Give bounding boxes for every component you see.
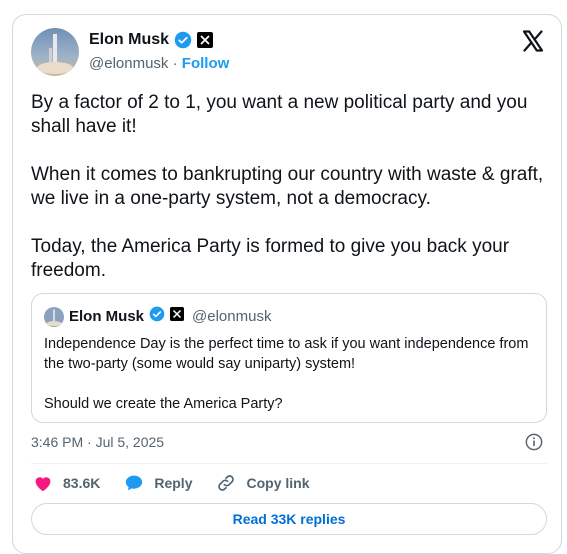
info-icon[interactable]	[525, 433, 543, 456]
like-button[interactable]: 83.6K	[33, 474, 100, 492]
x-logo-icon[interactable]	[521, 29, 545, 58]
verified-badge-icon	[174, 31, 192, 49]
reply-button[interactable]: Reply	[124, 474, 192, 492]
quoted-tweet[interactable]: Elon Musk @elonmusk Independence Day is …	[31, 293, 547, 423]
copy-link-label: Copy link	[246, 475, 310, 491]
author-avatar[interactable]	[31, 28, 79, 76]
reply-icon	[124, 474, 144, 492]
tweet-paragraph: Today, the America Party is formed to gi…	[31, 236, 510, 281]
follow-button[interactable]: Follow	[182, 55, 230, 72]
x-affiliate-icon[interactable]	[197, 32, 214, 48]
heart-icon	[33, 474, 53, 492]
divider	[31, 463, 547, 464]
verified-badge-icon	[149, 306, 165, 327]
tweet-card: Elon Musk @elonmusk · Follow By a factor…	[12, 14, 562, 554]
read-replies-button[interactable]: Read 33K replies	[31, 503, 547, 535]
link-icon	[216, 473, 236, 493]
quoted-header: Elon Musk @elonmusk	[44, 306, 271, 327]
action-bar: 83.6K Reply Copy link	[33, 473, 334, 493]
tweet-paragraph: When it comes to bankrupting our country…	[31, 164, 544, 209]
quoted-text: Independence Day is the perfect time to …	[44, 334, 534, 434]
quoted-author-handle: @elonmusk	[192, 308, 272, 325]
quoted-author-name: Elon Musk	[69, 308, 145, 325]
like-count: 83.6K	[63, 475, 101, 491]
x-affiliate-icon	[170, 307, 185, 326]
copy-link-button[interactable]: Copy link	[216, 473, 310, 493]
reply-label: Reply	[154, 475, 193, 491]
quoted-avatar	[44, 306, 64, 327]
separator: ·	[172, 55, 178, 72]
author-name[interactable]: Elon Musk	[89, 31, 169, 49]
author-handle[interactable]: @elonmusk	[89, 55, 168, 72]
author-handle-row: @elonmusk · Follow	[89, 55, 229, 72]
tweet-paragraph: By a factor of 2 to 1, you want a new po…	[31, 92, 528, 137]
quoted-paragraph: Should we create the America Party?	[44, 396, 283, 412]
author-name-row: Elon Musk	[89, 31, 214, 49]
quoted-paragraph: Independence Day is the perfect time to …	[44, 336, 529, 372]
tweet-timestamp[interactable]: 3:46 PM · Jul 5, 2025	[31, 434, 164, 450]
tweet-text: By a factor of 2 to 1, you want a new po…	[31, 91, 551, 307]
